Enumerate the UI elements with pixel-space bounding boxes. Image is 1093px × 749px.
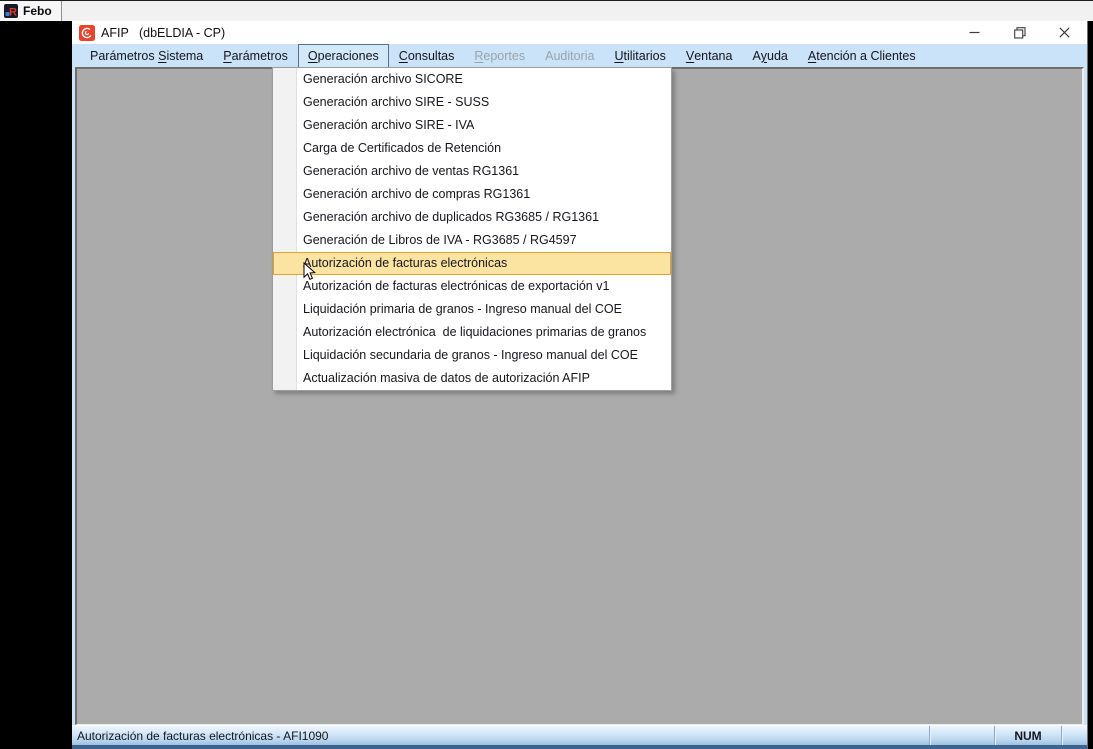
menu-bar: Parámetros SistemaParámetrosOperacionesC… [72, 44, 1087, 67]
menu-item-generacion-archivo-sire-suss[interactable]: Generación archivo SIRE - SUSS [273, 91, 671, 114]
menu-item-generacion-archivo-de-compras-rg1361[interactable]: Generación archivo de compras RG1361 [273, 183, 671, 206]
status-bar-text: Autorización de facturas electrónicas - … [72, 729, 929, 743]
menu-item-autorizacion-de-facturas-electronicas-de-exportacion-v1[interactable]: Autorización de facturas electrónicas de… [273, 275, 671, 298]
menu-item-liquidacion-secundaria-de-granos-ingreso-manual-del-coe[interactable]: Liquidación secundaria de granos - Ingre… [273, 344, 671, 367]
operaciones-dropdown-menu: Generación archivo SICOREGeneración arch… [272, 67, 672, 391]
menu-item-actualizacion-masiva-de-datos-de-autorizacion-afip[interactable]: Actualización masiva de datos de autoriz… [273, 367, 671, 390]
num-lock-indicator: NUM [995, 726, 1061, 745]
menubar-item-parametros[interactable]: Parámetros [213, 44, 298, 67]
close-button[interactable] [1042, 21, 1087, 44]
menu-item-generacion-archivo-de-ventas-rg1361[interactable]: Generación archivo de ventas RG1361 [273, 160, 671, 183]
remote-session-tab-bar: R Febo [0, 0, 1093, 21]
menubar-item-reportes: Reportes [464, 44, 535, 67]
menu-item-liquidacion-primaria-de-granos-ingreso-manual-del-coe[interactable]: Liquidación primaria de granos - Ingreso… [273, 298, 671, 321]
session-tab-label: Febo [23, 4, 52, 18]
menubar-item-consultas[interactable]: Consultas [389, 44, 465, 67]
menubar-item-parametros-sistema[interactable]: Parámetros Sistema [80, 44, 213, 67]
status-bar: Autorización de facturas electrónicas - … [72, 725, 1087, 749]
menubar-item-utilitarios[interactable]: Utilitarios [604, 44, 675, 67]
minimize-button[interactable] [952, 21, 997, 44]
menu-item-autorizacion-de-facturas-electronicas[interactable]: Autorización de facturas electrónicas [273, 252, 671, 275]
remote-session-icon: R [4, 4, 18, 18]
menubar-item-auditoria: Auditoria [535, 44, 604, 67]
minimize-icon [969, 27, 980, 38]
menubar-item-operaciones[interactable]: Operaciones [298, 44, 389, 67]
restore-button[interactable] [997, 21, 1042, 44]
menu-item-carga-de-certificados-de-retencion[interactable]: Carga de Certificados de Retención [273, 137, 671, 160]
status-bar-panel-empty [930, 726, 994, 745]
window-title: AFIP (dbELDIA - CP) [101, 26, 225, 40]
status-bar-panel-grip [1062, 726, 1087, 745]
session-tab-febo[interactable]: R Febo [0, 1, 62, 21]
window-controls [952, 21, 1087, 44]
menubar-item-atencion-a-clientes[interactable]: Atención a Clientes [798, 44, 926, 67]
menu-item-generacion-archivo-sicore[interactable]: Generación archivo SICORE [273, 68, 671, 91]
menu-item-generacion-de-libros-de-iva-rg3685-rg4597[interactable]: Generación de Libros de IVA - RG3685 / R… [273, 229, 671, 252]
svg-text:R: R [9, 7, 17, 19]
afip-logo-icon [79, 25, 95, 41]
menu-item-autorizacion-electronica-de-liquidaciones-primarias-de-granos[interactable]: Autorización electrónica de liquidacione… [273, 321, 671, 344]
menu-item-generacion-archivo-sire-iva[interactable]: Generación archivo SIRE - IVA [273, 114, 671, 137]
restore-icon [1014, 27, 1026, 39]
window-title-bar: AFIP (dbELDIA - CP) [72, 21, 1087, 44]
close-icon [1059, 27, 1070, 38]
menubar-item-ayuda[interactable]: Ayuda [742, 44, 797, 67]
menu-item-generacion-archivo-de-duplicados-rg3685-rg1361[interactable]: Generación archivo de duplicados RG3685 … [273, 206, 671, 229]
menubar-item-ventana[interactable]: Ventana [676, 44, 743, 67]
